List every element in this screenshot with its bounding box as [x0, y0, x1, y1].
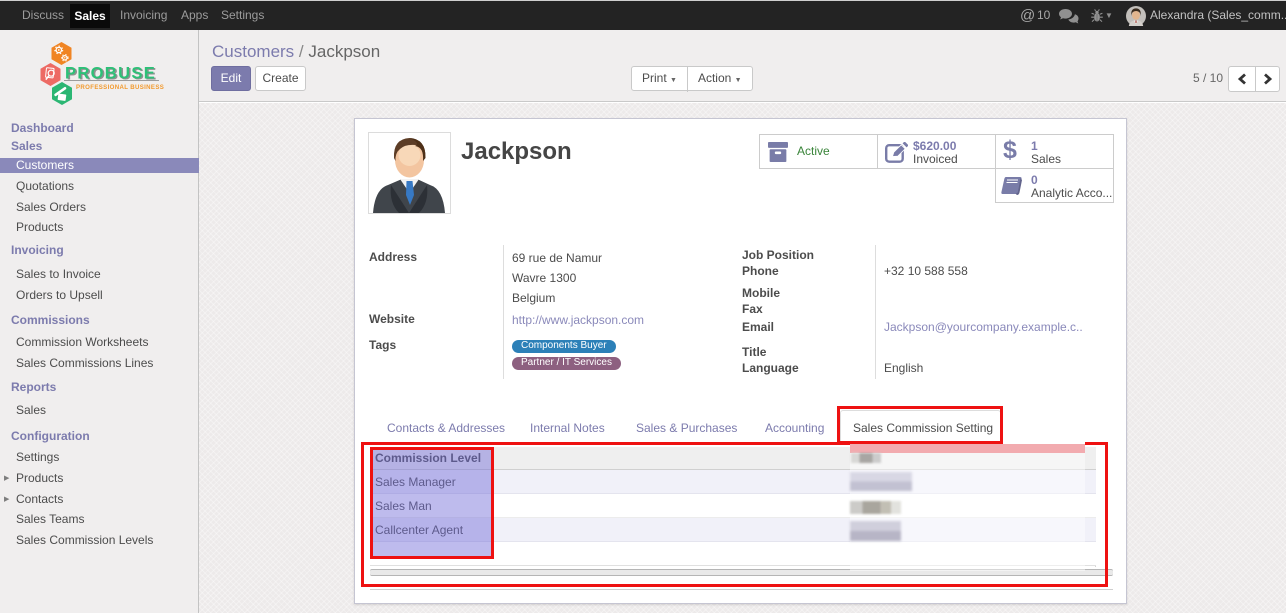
svg-text:PROBUSE: PROBUSE — [65, 65, 156, 83]
svg-text:PROFESSIONAL BUSINESS: PROFESSIONAL BUSINESS — [76, 84, 164, 91]
